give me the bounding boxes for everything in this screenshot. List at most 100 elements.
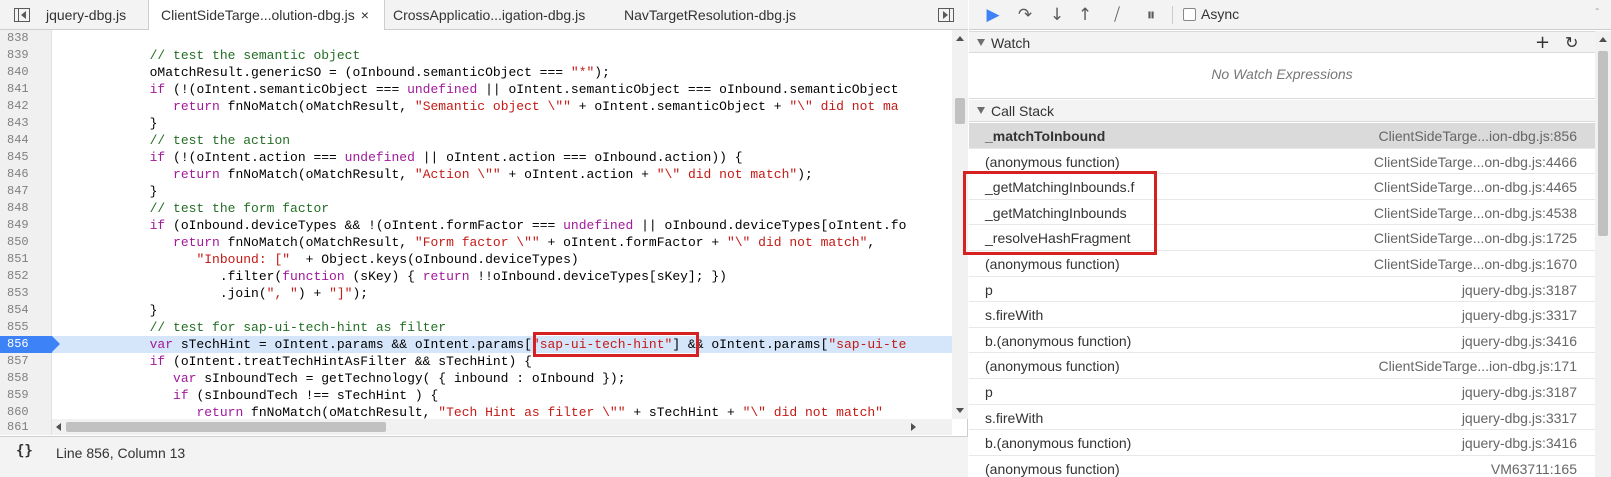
- expand-triangle-icon[interactable]: [977, 39, 985, 46]
- call-frame[interactable]: p jquery-dbg.js:3187: [969, 379, 1595, 405]
- deactivate-breakpoints-icon[interactable]: ⧸: [1107, 5, 1127, 25]
- scrollbar-thumb[interactable]: [1598, 51, 1608, 236]
- code-line[interactable]: 846 return fnNoMatch(oMatchResult, "Acti…: [0, 166, 952, 183]
- editor-vertical-scrollbar[interactable]: [952, 30, 968, 419]
- call-frame[interactable]: (anonymous function) ClientSideTarge...on…: [969, 251, 1595, 277]
- call-frame[interactable]: b.(anonymous function) jquery-dbg.js:3416: [969, 430, 1595, 456]
- code-line[interactable]: 842 return fnNoMatch(oMatchResult, "Sema…: [0, 98, 952, 115]
- scroll-up-icon[interactable]: [1599, 37, 1607, 42]
- toggle-navigator-icon[interactable]: [14, 8, 30, 22]
- line-number[interactable]: 849: [0, 217, 52, 234]
- line-number[interactable]: 847: [0, 183, 52, 200]
- call-frame-location[interactable]: jquery-dbg.js:3187: [1462, 384, 1577, 400]
- tab-crossapplicationnavigation[interactable]: CrossApplicatio...igation-dbg.js: [381, 0, 603, 30]
- code-line[interactable]: 848 // test the form factor: [0, 200, 952, 217]
- code-line[interactable]: 847 }: [0, 183, 952, 200]
- step-over-icon[interactable]: ↷: [1015, 5, 1035, 25]
- breakpoint-line-number[interactable]: 856: [0, 336, 60, 353]
- code-line[interactable]: 857 if (oIntent.treatTechHintAsFilter &&…: [0, 353, 952, 370]
- step-into-icon[interactable]: ↓: [1047, 5, 1067, 25]
- toggle-debugger-icon[interactable]: [938, 8, 954, 22]
- code-line[interactable]: 851 "Inbound: [" + Object.keys(oInbound.…: [0, 251, 952, 268]
- code-line[interactable]: 845 if (!(oIntent.action === undefined |…: [0, 149, 952, 166]
- line-number[interactable]: 848: [0, 200, 52, 217]
- line-number[interactable]: 853: [0, 285, 52, 302]
- line-number[interactable]: 844: [0, 132, 52, 149]
- call-frame[interactable]: (anonymous function) ClientSideTarge...io…: [969, 353, 1595, 379]
- async-checkbox[interactable]: [1183, 8, 1196, 21]
- scroll-down-icon[interactable]: [956, 408, 964, 413]
- call-frame-location[interactable]: jquery-dbg.js:3187: [1462, 282, 1577, 298]
- code-area[interactable]: 838 839 // test the semantic object 840 oM…: [0, 30, 952, 420]
- line-number[interactable]: 846: [0, 166, 52, 183]
- line-number[interactable]: 842: [0, 98, 52, 115]
- line-number[interactable]: 861: [0, 419, 52, 435]
- code-line[interactable]: 838: [0, 30, 952, 47]
- call-frame-location[interactable]: ClientSideTarge...on-dbg.js:1725: [1374, 230, 1577, 246]
- code-line[interactable]: 840 oMatchResult.genericSO = (oInbound.s…: [0, 64, 952, 81]
- call-frame[interactable]: _getMatchingInbounds.f ClientSideTarge...…: [969, 174, 1595, 200]
- step-out-icon[interactable]: ↑: [1075, 5, 1095, 25]
- call-frame-location[interactable]: ClientSideTarge...ion-dbg.js:856: [1379, 128, 1577, 144]
- code-line[interactable]: 858 var sInboundTech = getTechnology( { …: [0, 370, 952, 387]
- add-watch-icon[interactable]: +: [1535, 32, 1550, 53]
- line-number[interactable]: 854: [0, 302, 52, 319]
- call-frame-location[interactable]: jquery-dbg.js:3416: [1462, 333, 1577, 349]
- scroll-right-icon[interactable]: [911, 423, 916, 431]
- line-number[interactable]: 852: [0, 268, 52, 285]
- scroll-left-icon[interactable]: [56, 423, 61, 431]
- line-number[interactable]: 850: [0, 234, 52, 251]
- call-frame[interactable]: p jquery-dbg.js:3187: [969, 277, 1595, 303]
- code-line[interactable]: 841 if (!(oIntent.semanticObject === und…: [0, 81, 952, 98]
- call-frame-location[interactable]: jquery-dbg.js:3416: [1462, 435, 1577, 451]
- line-number[interactable]: 851: [0, 251, 52, 268]
- call-frame[interactable]: (anonymous function) ClientSideTarge...on…: [969, 149, 1595, 175]
- scrollbar-thumb[interactable]: [955, 98, 965, 124]
- code-line[interactable]: 854 }: [0, 302, 952, 319]
- line-number[interactable]: 845: [0, 149, 52, 166]
- editor-horizontal-scrollbar[interactable]: [52, 419, 952, 435]
- scrollbar-thumb[interactable]: [66, 422, 386, 432]
- line-number[interactable]: 858: [0, 370, 52, 387]
- panel-gripper-icon[interactable]: -: [1595, 3, 1599, 15]
- line-number[interactable]: 857: [0, 353, 52, 370]
- code-line[interactable]: 844 // test the action: [0, 132, 952, 149]
- scroll-up-icon[interactable]: [956, 36, 964, 41]
- tab-jquery-dbg[interactable]: jquery-dbg.js: [34, 0, 152, 30]
- code-line[interactable]: 849 if (oInbound.deviceTypes && !(oInten…: [0, 217, 952, 234]
- code-line[interactable]: 852 .filter(function (sKey) { return !!o…: [0, 268, 952, 285]
- line-number[interactable]: 855: [0, 319, 52, 336]
- pause-on-exceptions-icon[interactable]: ⏸: [1141, 5, 1161, 25]
- watch-section-header[interactable]: Watch + ↻: [969, 31, 1595, 53]
- code-line[interactable]: 839 // test the semantic object: [0, 47, 952, 64]
- code-line[interactable]: 859 if (sInboundTech !== sTechHint ) {: [0, 387, 952, 404]
- call-frame[interactable]: b.(anonymous function) jquery-dbg.js:3416: [969, 328, 1595, 354]
- line-number[interactable]: 860: [0, 404, 52, 420]
- code-line-current[interactable]: 856 var sTechHint = oIntent.params && oI…: [0, 332, 952, 357]
- tab-navtargetresolution[interactable]: NavTargetResolution-dbg.js: [612, 0, 832, 30]
- call-frame-location[interactable]: ClientSideTarge...on-dbg.js:1670: [1374, 256, 1577, 272]
- resume-icon[interactable]: ▶: [983, 5, 1003, 25]
- code-line[interactable]: 850 return fnNoMatch(oMatchResult, "Form…: [0, 234, 952, 251]
- call-frame-location[interactable]: ClientSideTarge...ion-dbg.js:171: [1379, 358, 1577, 374]
- call-frame[interactable]: s.fireWith jquery-dbg.js:3317: [969, 302, 1595, 328]
- call-frame-location[interactable]: jquery-dbg.js:3317: [1462, 307, 1577, 323]
- line-number[interactable]: 843: [0, 115, 52, 132]
- line-number[interactable]: 841: [0, 81, 52, 98]
- call-frame-location[interactable]: ClientSideTarge...on-dbg.js:4465: [1374, 179, 1577, 195]
- close-icon[interactable]: ×: [361, 7, 369, 23]
- expand-triangle-icon[interactable]: [977, 107, 985, 114]
- call-frame[interactable]: _matchToInbound ClientSideTarge...ion-dbg…: [969, 123, 1595, 149]
- line-number[interactable]: 859: [0, 387, 52, 404]
- call-frame-location[interactable]: ClientSideTarge...on-dbg.js:4466: [1374, 154, 1577, 170]
- refresh-watch-icon[interactable]: ↻: [1565, 33, 1578, 52]
- line-number[interactable]: 840: [0, 64, 52, 81]
- call-frame-location[interactable]: VM63711:165: [1491, 461, 1577, 477]
- call-stack-section-header[interactable]: Call Stack: [969, 100, 1595, 122]
- call-frame[interactable]: _resolveHashFragment ClientSideTarge...on…: [969, 225, 1595, 251]
- call-frame[interactable]: _getMatchingInbounds ClientSideTarge...on…: [969, 200, 1595, 226]
- call-frame-location[interactable]: ClientSideTarge...on-dbg.js:4538: [1374, 205, 1577, 221]
- code-line[interactable]: 860 return fnNoMatch(oMatchResult, "Tech…: [0, 404, 952, 420]
- code-line[interactable]: 855 // test for sap-ui-tech-hint as filt…: [0, 319, 952, 336]
- code-line[interactable]: 853 .join(", ") + "]");: [0, 285, 952, 302]
